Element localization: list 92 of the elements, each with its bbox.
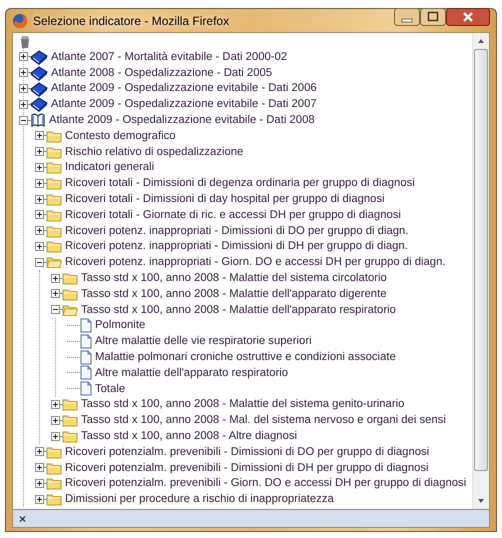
- tree-item-label[interactable]: Ricoveri potenzialm. prevenibili - Giorn. DO e accessi DH per gruppo di diagnosi: [65, 476, 466, 490]
- maximize-button[interactable]: [420, 8, 446, 26]
- scroll-up-icon[interactable]: [477, 37, 485, 45]
- expand-icon[interactable]: [51, 400, 60, 409]
- tree-item-label[interactable]: Ricoveri potenzialm. prevenibili - Dimissioni di DH per gruppo di diagnosi: [65, 460, 429, 475]
- collapse-icon[interactable]: [35, 258, 44, 267]
- close-status-button[interactable]: ×: [19, 512, 26, 526]
- expand-icon[interactable]: [35, 478, 44, 488]
- folder-icon: [62, 286, 78, 301]
- tree-item-label[interactable]: Ricoveri totali - Giornate di ric. e accessi DH per gruppo di diagnosi: [65, 208, 401, 222]
- folder-icon: [62, 413, 78, 428]
- open-folder-icon: [62, 302, 78, 317]
- expand-icon[interactable]: [51, 416, 60, 425]
- folder-icon: [46, 460, 62, 475]
- tree-item-label[interactable]: Contesto demografico: [65, 128, 176, 143]
- tree-item-label[interactable]: Malattie polmonari croniche ostruttive e condizioni associate: [95, 350, 396, 364]
- folder-icon: [46, 492, 62, 506]
- expand-icon[interactable]: [35, 162, 44, 172]
- document-icon: [80, 365, 92, 380]
- tree-item-label[interactable]: Polmonite: [95, 318, 146, 332]
- tree-item-label[interactable]: Ricoveri potenz. inappropriati - Dimissioni di DH per gruppo di diagn.: [65, 239, 408, 254]
- tree-item-label[interactable]: Ricoveri potenz. inappropriati - Giorn. DO e accessi DH per gruppo di diagn.: [65, 255, 446, 270]
- expand-icon[interactable]: [19, 100, 28, 109]
- expand-icon[interactable]: [51, 274, 60, 283]
- tree-item-label[interactable]: Atlante 2009 - Ospedalizzazione evitabile - Dati 2008: [49, 113, 315, 128]
- folder-icon: [62, 271, 78, 286]
- folder-icon: [46, 239, 62, 254]
- folder-icon: [46, 444, 62, 459]
- folder-icon: [46, 476, 62, 490]
- close-button[interactable]: [446, 8, 490, 26]
- tree-item-label[interactable]: Ricoveri totali - Dimissioni di day hospital per gruppo di diagnosi: [65, 192, 385, 206]
- expand-icon[interactable]: [35, 194, 44, 204]
- open-folder-icon: [46, 255, 62, 270]
- root-icon: [19, 34, 31, 48]
- expand-icon[interactable]: [19, 52, 28, 62]
- tree-item-label[interactable]: Ricoveri potenzialm. prevenibili - Dimissioni di DO per gruppo di diagnosi: [65, 444, 430, 459]
- tree-item-label[interactable]: Atlante 2009 - Ospedalizzazione evitabile - Dati 2006: [51, 81, 317, 96]
- folder-icon: [46, 144, 62, 159]
- expand-icon[interactable]: [51, 432, 60, 441]
- scrollbar-thumb[interactable]: [474, 49, 488, 471]
- expand-icon[interactable]: [35, 226, 44, 236]
- expand-icon[interactable]: [35, 447, 44, 456]
- tree-item-label[interactable]: Dimissioni per procedure a rischio di inappropriatezza: [65, 492, 334, 506]
- scroll-down-icon[interactable]: [477, 497, 485, 505]
- book-icon: [30, 96, 48, 112]
- document-icon: [80, 350, 92, 365]
- window-title: Selezione indicatore - Mozilla Firefox: [33, 14, 230, 28]
- tree-item-label[interactable]: Tasso std x 100, anno 2008 - Mal. del sistema nervoso e organi dei sensi: [81, 413, 446, 428]
- folder-icon: [46, 224, 62, 238]
- tree-item-label[interactable]: Indicatori generali: [65, 160, 154, 174]
- minimize-button[interactable]: [394, 8, 420, 26]
- folder-icon: [62, 429, 78, 444]
- document-icon: [80, 334, 92, 349]
- folder-icon: [46, 128, 62, 143]
- collapse-icon[interactable]: [51, 305, 60, 314]
- book-icon: [30, 48, 48, 65]
- folder-icon: [46, 208, 62, 222]
- tree-item-label[interactable]: Tasso std x 100, anno 2008 - Malattie del sistema genito-urinario: [81, 397, 404, 412]
- tree-item-label[interactable]: Ricoveri totali - Dimissioni di degenza ordinaria per gruppo di diagnosi: [65, 176, 415, 190]
- document-icon: [80, 381, 92, 396]
- collapse-icon[interactable]: [19, 116, 28, 125]
- expand-icon[interactable]: [51, 289, 60, 298]
- tree-item-label[interactable]: Altre malattie dell'apparato respiratorio: [95, 366, 288, 380]
- tree-item-label[interactable]: Tasso std x 100, anno 2008 - Malattie dell'apparato digerente: [81, 286, 386, 301]
- tree-item-label[interactable]: Tasso std x 100, anno 2008 - Malattie dell'apparato respiratorio: [81, 302, 396, 317]
- expand-icon[interactable]: [35, 131, 44, 140]
- expand-icon[interactable]: [19, 84, 28, 93]
- tree-item-label[interactable]: Atlante 2007 - Mortalità evitabile - Dati 2000-02: [51, 50, 288, 64]
- browser-logo-icon: [12, 12, 28, 28]
- book-icon: [30, 64, 48, 81]
- document-icon: [80, 318, 92, 333]
- expand-icon[interactable]: [35, 147, 44, 156]
- tree-item-label[interactable]: Altre malattie delle vie respiratorie superiori: [95, 334, 312, 348]
- folder-icon: [46, 176, 62, 190]
- tree-item-label[interactable]: Totale: [95, 382, 126, 396]
- expand-icon[interactable]: [35, 494, 44, 504]
- folder-icon: [62, 397, 78, 412]
- tree-item-label[interactable]: Atlante 2009 - Ospedalizzazione evitabile - Dati 2007: [51, 97, 317, 112]
- book-icon: [30, 80, 48, 96]
- expand-icon[interactable]: [35, 178, 44, 188]
- tree-item-label[interactable]: Ricoveri potenz. inappropriati - Dimissioni di DO per gruppo di diagn.: [65, 224, 408, 238]
- tree-item-label[interactable]: Tasso std x 100, anno 2008 - Altre diagnosi: [81, 429, 298, 444]
- expand-icon[interactable]: [35, 242, 44, 251]
- expand-icon[interactable]: [19, 68, 28, 78]
- tree-item-label[interactable]: Rischio relativo di ospedalizzazione: [65, 144, 244, 159]
- open-book-icon: [30, 112, 46, 128]
- expand-icon[interactable]: [35, 210, 44, 220]
- tree-item-label[interactable]: Tasso std x 100, anno 2008 - Malattie del sistema circolatorio: [81, 271, 387, 286]
- folder-icon: [46, 192, 62, 206]
- expand-icon[interactable]: [35, 463, 44, 472]
- tree-item-label[interactable]: Atlante 2008 - Ospedalizzazione - Dati 2005: [51, 66, 272, 80]
- folder-icon: [46, 160, 62, 174]
